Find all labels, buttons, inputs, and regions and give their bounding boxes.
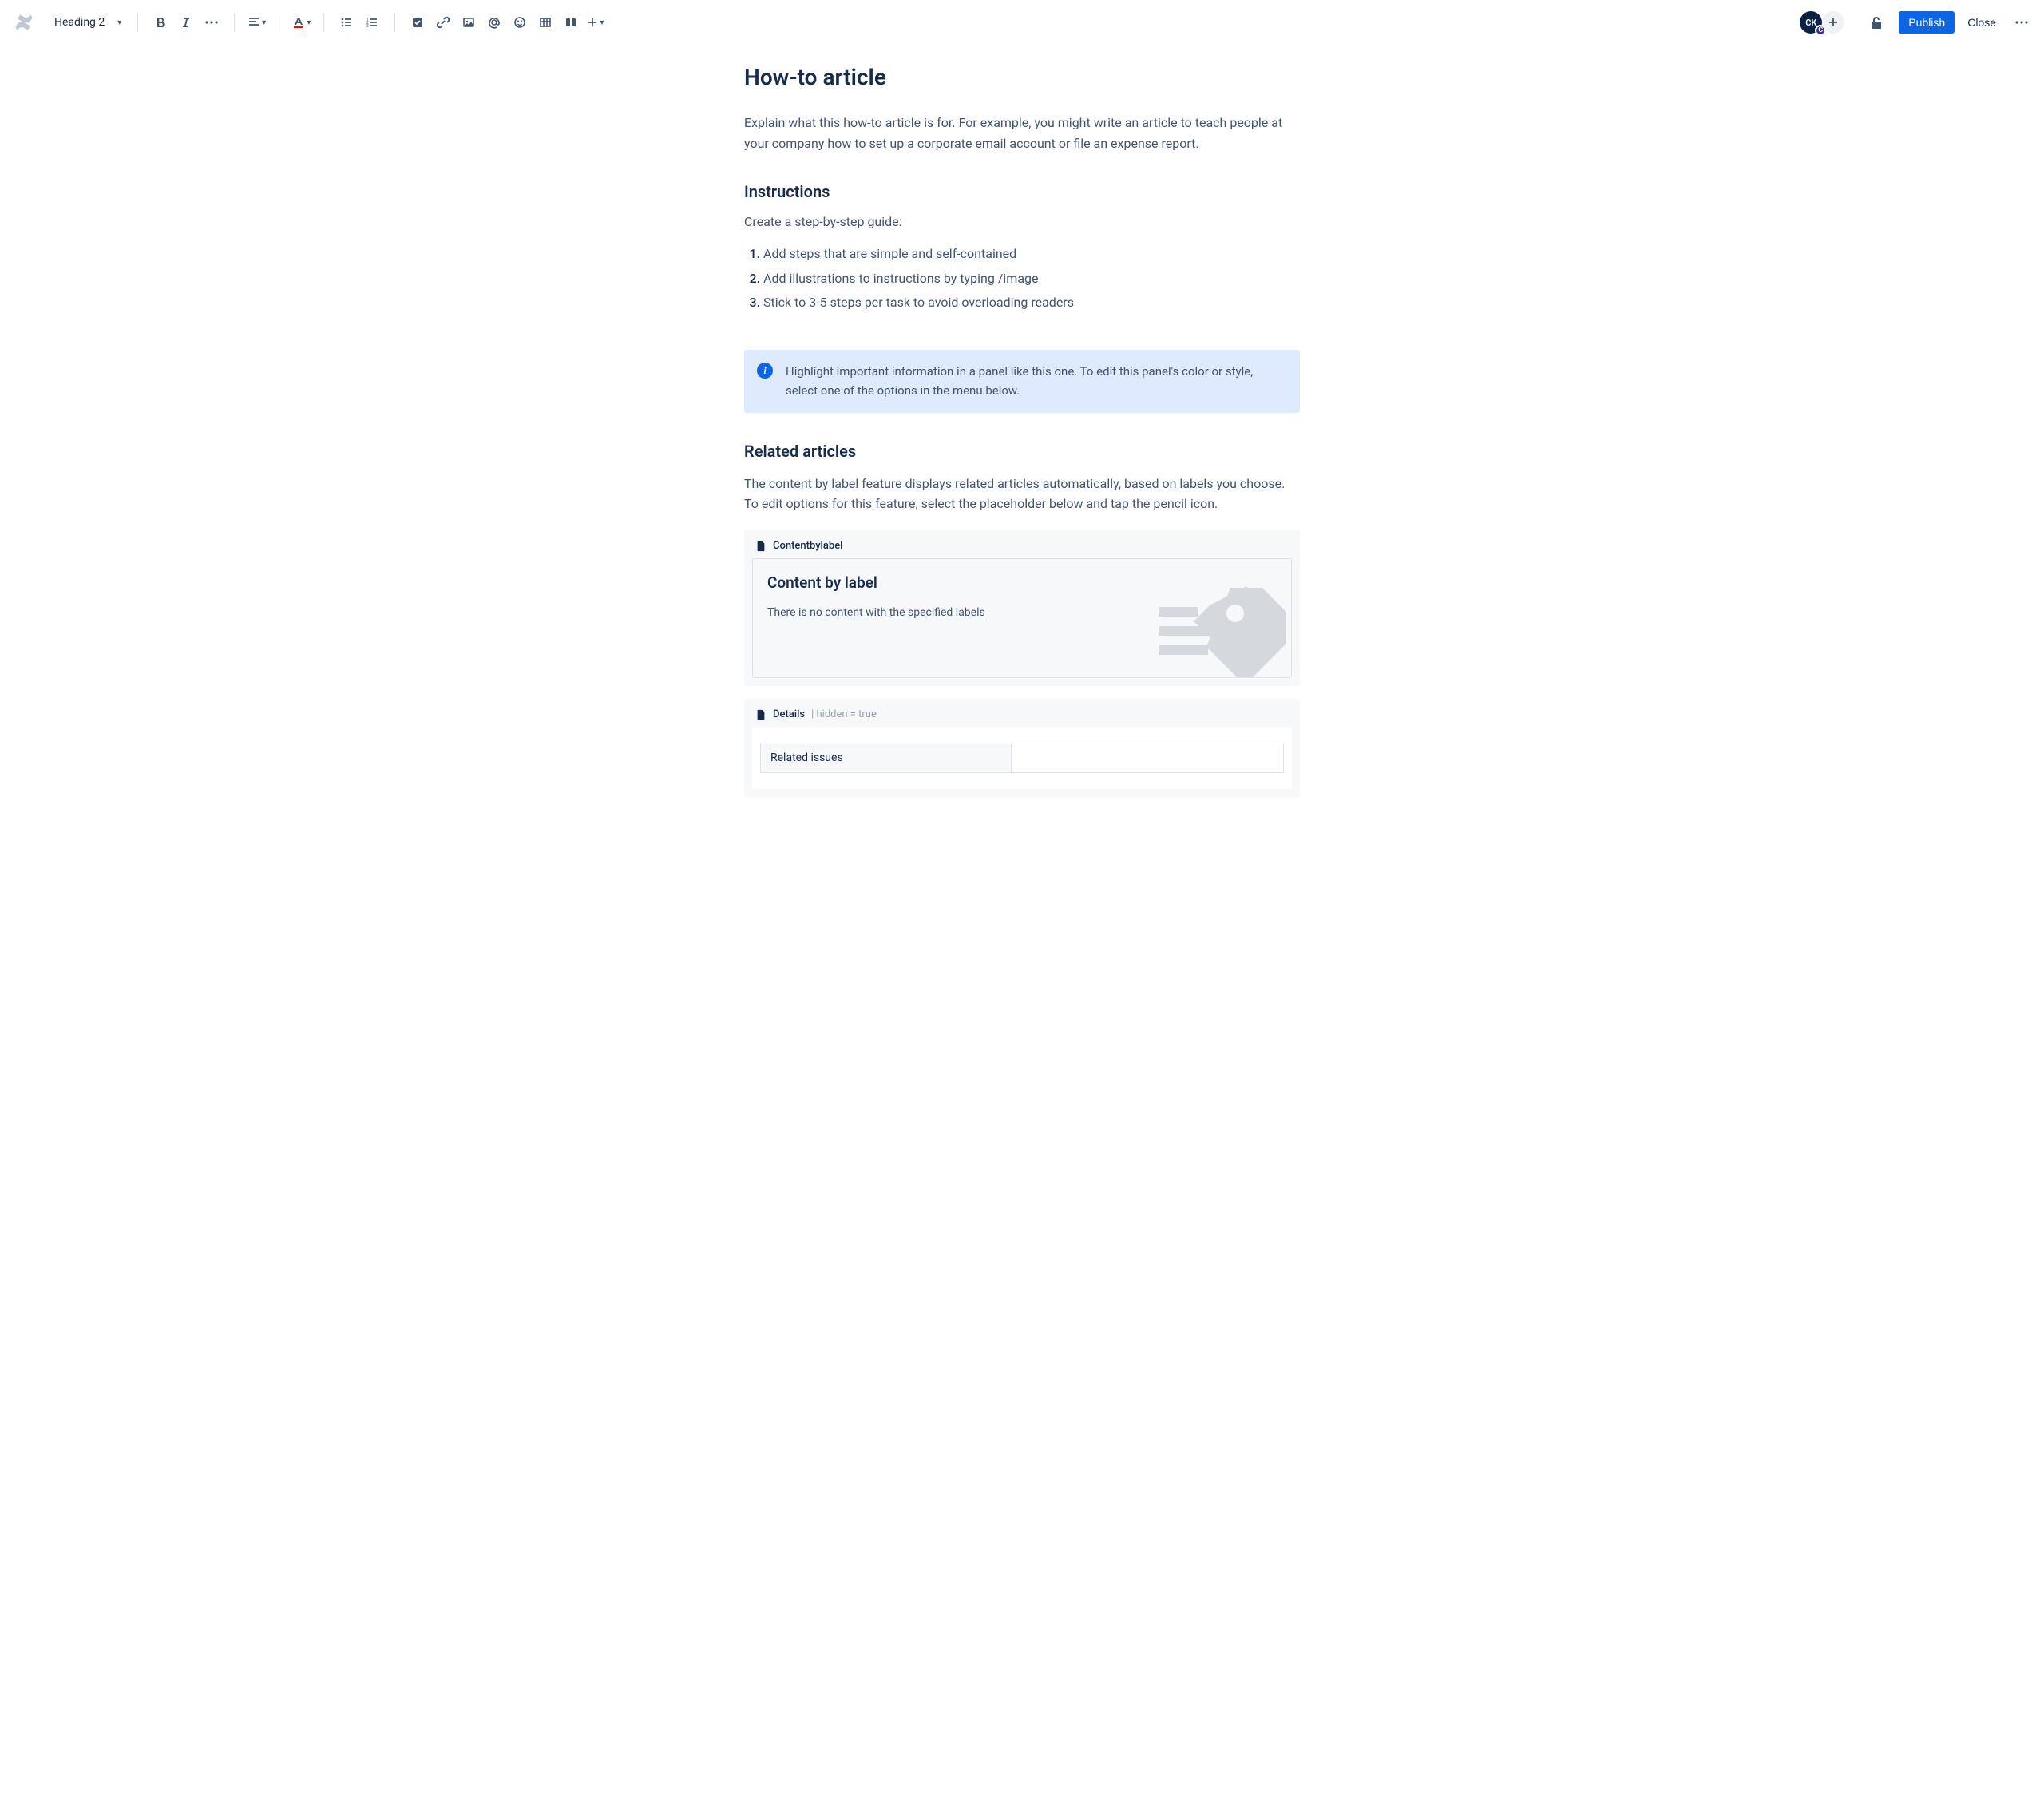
instructions-sub[interactable]: Create a step-by-step guide: <box>744 214 1300 229</box>
instructions-heading[interactable]: Instructions <box>744 182 1300 201</box>
related-heading[interactable]: Related articles <box>744 442 1300 461</box>
separator <box>394 13 395 32</box>
bold-button[interactable] <box>148 10 173 35</box>
macro-header: Details | hidden = true <box>752 707 1292 727</box>
table-header-cell[interactable]: Related issues <box>761 743 1012 773</box>
content-by-label-macro[interactable]: Contentbylabel Content by label There is… <box>744 530 1300 686</box>
table-cell[interactable] <box>1012 743 1284 773</box>
related-body[interactable]: The content by label feature displays re… <box>744 474 1300 514</box>
layouts-button[interactable] <box>558 10 584 35</box>
image-button[interactable] <box>456 10 481 35</box>
text-style-label: Heading 2 <box>54 16 105 29</box>
publish-button[interactable]: Publish <box>1899 11 1955 34</box>
text-color-dropdown[interactable]: ▾ <box>289 10 314 35</box>
numbered-list-button[interactable]: 123 <box>359 10 385 35</box>
more-actions-button[interactable] <box>2009 10 2034 35</box>
svg-text:3: 3 <box>366 24 369 29</box>
separator <box>323 13 324 32</box>
user-avatar[interactable]: CK C <box>1800 11 1822 34</box>
alignment-dropdown[interactable]: ▾ <box>244 10 269 35</box>
macro-meta: | hidden = true <box>811 708 877 720</box>
editor-content[interactable]: How-to article Explain what this how-to … <box>719 64 1325 797</box>
step-item[interactable]: Add steps that are simple and self-conta… <box>763 242 1300 266</box>
close-button[interactable]: Close <box>1958 11 2006 34</box>
avatar-initials: CK <box>1805 18 1816 28</box>
details-body[interactable]: Related issues <box>752 727 1292 789</box>
italic-button[interactable] <box>173 10 199 35</box>
more-formatting-button[interactable] <box>199 10 224 35</box>
step-item[interactable]: Stick to 3-5 steps per task to avoid ove… <box>763 291 1300 315</box>
chevron-down-icon: ▾ <box>262 18 266 27</box>
info-panel-text[interactable]: Highlight important information in a pan… <box>786 363 1287 400</box>
insert-dropdown[interactable]: ▾ <box>584 10 607 35</box>
mention-button[interactable] <box>481 10 507 35</box>
table-row: Related issues <box>761 743 1284 773</box>
macro-name: Contentbylabel <box>773 540 842 552</box>
action-item-button[interactable] <box>405 10 430 35</box>
editor-toolbar: Heading 2 ▾ ▾ ▾ 123 ▾ CK C <box>0 0 2044 45</box>
details-macro[interactable]: Details | hidden = true Related issues <box>744 699 1300 797</box>
separator <box>234 13 235 32</box>
macro-header: Contentbylabel <box>752 538 1292 558</box>
document-icon <box>755 541 766 552</box>
page-title[interactable]: How-to article <box>744 64 1300 90</box>
step-item[interactable]: Add illustrations to instructions by typ… <box>763 267 1300 291</box>
details-table[interactable]: Related issues <box>760 743 1284 773</box>
macro-body[interactable]: Content by label There is no content wit… <box>752 558 1292 678</box>
table-button[interactable] <box>533 10 558 35</box>
text-style-dropdown[interactable]: Heading 2 ▾ <box>48 13 128 32</box>
intro-paragraph[interactable]: Explain what this how-to article is for.… <box>744 113 1300 153</box>
chevron-down-icon: ▾ <box>307 18 311 27</box>
document-icon <box>755 709 766 720</box>
confluence-logo-icon <box>14 13 34 32</box>
info-panel[interactable]: i Highlight important information in a p… <box>744 350 1300 413</box>
emoji-button[interactable] <box>507 10 533 35</box>
restrictions-icon[interactable] <box>1864 10 1889 35</box>
link-button[interactable] <box>430 10 456 35</box>
macro-name: Details <box>773 708 805 720</box>
tag-illustration-icon <box>1159 573 1286 677</box>
info-icon: i <box>757 363 773 379</box>
separator <box>137 13 138 32</box>
steps-list[interactable]: Add steps that are simple and self-conta… <box>744 242 1300 315</box>
avatar-badge: C <box>1815 25 1826 36</box>
chevron-down-icon: ▾ <box>117 18 121 27</box>
chevron-down-icon: ▾ <box>600 18 604 27</box>
bullet-list-button[interactable] <box>334 10 359 35</box>
